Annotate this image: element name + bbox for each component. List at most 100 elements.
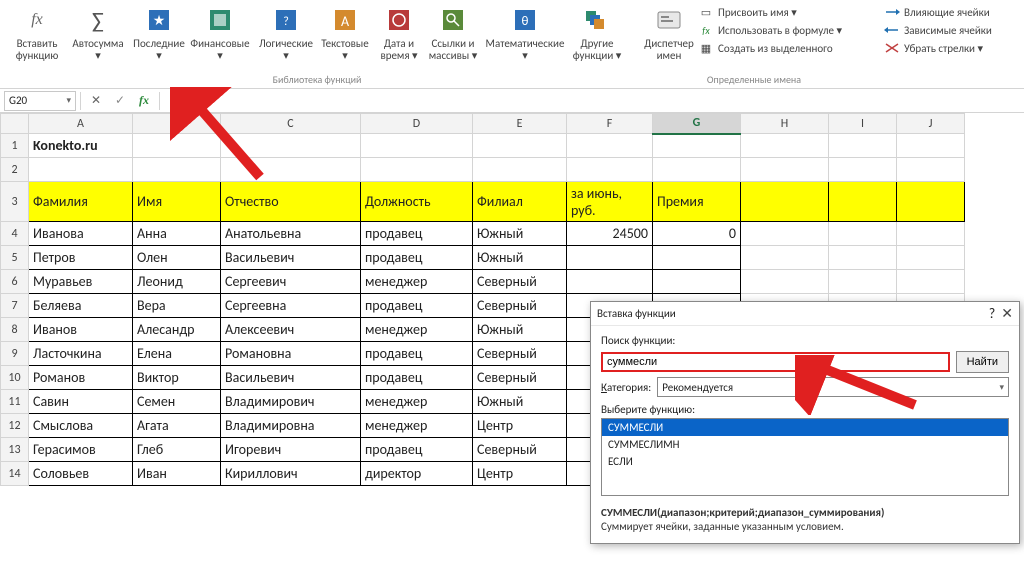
cell[interactable] bbox=[897, 246, 965, 270]
col-header[interactable]: G bbox=[653, 114, 741, 134]
cell[interactable]: продавец bbox=[361, 438, 473, 462]
name-manager-button[interactable]: Диспетчеримен bbox=[640, 2, 698, 61]
search-function-input[interactable] bbox=[601, 352, 950, 372]
cell[interactable]: Васильевич bbox=[221, 246, 361, 270]
trace-dependents-button[interactable]: Зависимые ячейки bbox=[884, 22, 1024, 38]
cell[interactable]: Иванова bbox=[29, 222, 133, 246]
row-header[interactable]: 6 bbox=[1, 270, 29, 294]
cell[interactable]: Олен bbox=[133, 246, 221, 270]
cell[interactable] bbox=[361, 158, 473, 182]
cell[interactable]: Южный bbox=[473, 246, 567, 270]
cell[interactable]: Муравьев bbox=[29, 270, 133, 294]
cell[interactable]: Филиал bbox=[473, 182, 567, 222]
cell[interactable]: Васильевич bbox=[221, 366, 361, 390]
cell[interactable]: Южный bbox=[473, 318, 567, 342]
col-header[interactable]: D bbox=[361, 114, 473, 134]
cell[interactable] bbox=[741, 158, 829, 182]
row-header[interactable]: 1 bbox=[1, 134, 29, 158]
row-header[interactable]: 10 bbox=[1, 366, 29, 390]
cell[interactable]: менеджер bbox=[361, 390, 473, 414]
cell[interactable] bbox=[221, 158, 361, 182]
datetime-button[interactable]: Дата ивремя ▾ bbox=[372, 2, 426, 61]
cell[interactable]: Беляева bbox=[29, 294, 133, 318]
lookup-button[interactable]: Ссылки имассивы ▾ bbox=[426, 2, 480, 61]
cell[interactable]: Центр bbox=[473, 414, 567, 438]
cell[interactable]: продавец bbox=[361, 246, 473, 270]
cell[interactable]: Иванов bbox=[29, 318, 133, 342]
cell[interactable]: Иван bbox=[133, 462, 221, 486]
define-name-button[interactable]: ▭Присвоить имя ▾ bbox=[698, 4, 868, 20]
cell[interactable]: продавец bbox=[361, 342, 473, 366]
cell[interactable] bbox=[829, 222, 897, 246]
row-header[interactable]: 2 bbox=[1, 158, 29, 182]
col-header[interactable]: F bbox=[567, 114, 653, 134]
cell[interactable]: менеджер bbox=[361, 414, 473, 438]
cell[interactable] bbox=[653, 246, 741, 270]
cell[interactable]: 24500 bbox=[567, 222, 653, 246]
row-header[interactable]: 5 bbox=[1, 246, 29, 270]
cell[interactable] bbox=[897, 182, 965, 222]
row-header[interactable]: 3 bbox=[1, 182, 29, 222]
row-header[interactable]: 14 bbox=[1, 462, 29, 486]
find-button[interactable]: Найти bbox=[956, 351, 1009, 373]
financial-button[interactable]: Финансовые▾ bbox=[186, 2, 254, 61]
formula-input[interactable] bbox=[164, 91, 1020, 111]
cell[interactable]: Северный bbox=[473, 366, 567, 390]
fx-button[interactable]: fx bbox=[133, 91, 155, 111]
cell[interactable] bbox=[829, 134, 897, 158]
use-in-formula-button[interactable]: fxИспользовать в формуле ▾ bbox=[698, 22, 868, 38]
cell[interactable] bbox=[741, 222, 829, 246]
cell[interactable]: Владимирович bbox=[221, 390, 361, 414]
cell[interactable] bbox=[653, 134, 741, 158]
row-header[interactable]: 4 bbox=[1, 222, 29, 246]
cell[interactable]: Анатольевна bbox=[221, 222, 361, 246]
cell[interactable] bbox=[567, 158, 653, 182]
cell[interactable]: Сергеевна bbox=[221, 294, 361, 318]
cell[interactable]: Леонид bbox=[133, 270, 221, 294]
function-option[interactable]: ЕСЛИ bbox=[602, 453, 1008, 470]
cell[interactable]: менеджер bbox=[361, 270, 473, 294]
create-from-selection-button[interactable]: ▦Создать из выделенного bbox=[698, 40, 868, 56]
cell[interactable]: Романов bbox=[29, 366, 133, 390]
cell[interactable] bbox=[567, 134, 653, 158]
function-option[interactable]: СУММЕСЛИМН bbox=[602, 436, 1008, 453]
cell[interactable] bbox=[897, 134, 965, 158]
cell[interactable] bbox=[653, 158, 741, 182]
cell[interactable] bbox=[133, 158, 221, 182]
cell[interactable]: Северный bbox=[473, 438, 567, 462]
cell[interactable]: Агата bbox=[133, 414, 221, 438]
function-option[interactable]: СУММЕСЛИ bbox=[602, 419, 1008, 436]
col-header[interactable]: J bbox=[897, 114, 965, 134]
cell[interactable]: Северный bbox=[473, 270, 567, 294]
cell[interactable] bbox=[473, 134, 567, 158]
cell[interactable]: Вера bbox=[133, 294, 221, 318]
cell[interactable]: Центр bbox=[473, 462, 567, 486]
cell[interactable]: Виктор bbox=[133, 366, 221, 390]
cancel-formula-icon[interactable]: ✕ bbox=[85, 91, 107, 111]
cell[interactable]: 0 bbox=[653, 222, 741, 246]
cell[interactable] bbox=[897, 222, 965, 246]
cell[interactable] bbox=[133, 134, 221, 158]
cell[interactable] bbox=[829, 270, 897, 294]
cell[interactable]: Северный bbox=[473, 294, 567, 318]
autosum-button[interactable]: ∑ Автосумма▾ bbox=[64, 2, 132, 61]
cell[interactable]: Премия bbox=[653, 182, 741, 222]
other-functions-button[interactable]: Другиефункции ▾ bbox=[570, 2, 624, 61]
cell[interactable] bbox=[897, 158, 965, 182]
cell[interactable] bbox=[897, 270, 965, 294]
cell[interactable]: Konekto.ru bbox=[29, 134, 133, 158]
cell[interactable]: Глеб bbox=[133, 438, 221, 462]
cell[interactable]: Анна bbox=[133, 222, 221, 246]
cell[interactable]: Южный bbox=[473, 222, 567, 246]
cell[interactable] bbox=[741, 182, 829, 222]
dialog-close-button[interactable]: ✕ bbox=[1001, 305, 1013, 322]
cell[interactable] bbox=[829, 158, 897, 182]
col-header[interactable]: A bbox=[29, 114, 133, 134]
cell[interactable]: Владимировна bbox=[221, 414, 361, 438]
enter-formula-icon[interactable]: ✓ bbox=[109, 91, 131, 111]
cell[interactable] bbox=[829, 246, 897, 270]
cell[interactable] bbox=[653, 270, 741, 294]
cell[interactable]: Савин bbox=[29, 390, 133, 414]
row-header[interactable]: 8 bbox=[1, 318, 29, 342]
row-header[interactable]: 7 bbox=[1, 294, 29, 318]
